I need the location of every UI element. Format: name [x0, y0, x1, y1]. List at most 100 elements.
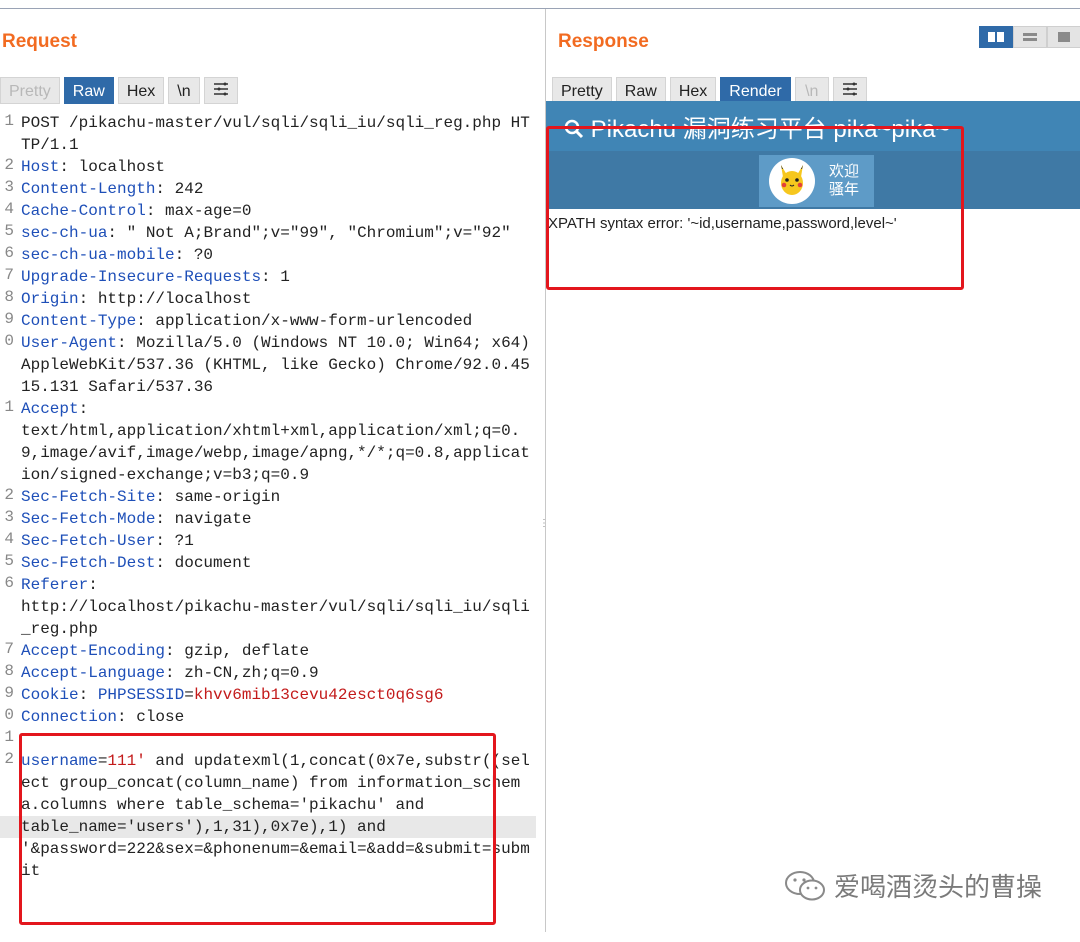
header-value: close: [136, 708, 185, 726]
response-title: Response: [558, 31, 649, 52]
line-number: 2: [4, 486, 14, 504]
editor-line: 7 Accept-Encoding: gzip, deflate: [0, 640, 540, 662]
header-name: Content-Type: [21, 312, 137, 330]
line-content: sec-ch-ua-mobile: ?0: [21, 246, 214, 264]
cookie-value: khvv6mib13cevu42esct0q6sg6: [193, 686, 444, 704]
pane-splitter[interactable]: ⋮: [539, 519, 549, 542]
editor-line: 0 Connection: close: [0, 706, 540, 728]
layout-single-button[interactable]: [1047, 26, 1080, 48]
editor-line: 2 Sec-Fetch-Site: same-origin: [0, 486, 540, 508]
header-name: Accept-Encoding: [21, 642, 166, 660]
layout-split-button[interactable]: [979, 26, 1013, 48]
tab-hex[interactable]: Hex: [117, 77, 165, 104]
response-pane: Response Pretty Raw Hex Render \n Pikach…: [545, 9, 1080, 932]
line-number: 1: [4, 112, 14, 130]
line-number: 0: [4, 706, 14, 724]
line-number: 5: [4, 222, 14, 240]
header-value: localhost: [78, 158, 166, 176]
editor-line: 5 sec-ch-ua: " Not A;Brand";v="99", "Chro…: [0, 222, 540, 244]
editor-line: 8 Accept-Language: zh-CN,zh;q=0.9: [0, 662, 540, 684]
layout-toggle-group: [979, 26, 1080, 48]
header-name: Host: [21, 158, 60, 176]
header-value: application/x-www-form-urlencoded: [155, 312, 473, 330]
cookie-name: PHPSESSID: [97, 686, 185, 704]
line-number: 8: [4, 662, 14, 680]
header-name: Referer: [21, 576, 89, 594]
header-value: gzip, deflate: [184, 642, 310, 660]
line-content: Origin: http://localhost: [21, 290, 252, 308]
tab-newline-toggle[interactable]: \n: [794, 77, 829, 104]
header-name: sec-ch-ua: [21, 224, 108, 242]
editor-line: 4 Cache-Control: max-age=0: [0, 200, 540, 222]
tab-pretty[interactable]: Pretty: [0, 77, 60, 104]
editor-line: 1 POST /pikachu-master/vul/sqli/sqli_iu/s…: [0, 112, 540, 156]
editor-line: 0 User-Agent: Mozilla/5.0 (Windows NT 10.…: [0, 332, 540, 398]
options-menu-button[interactable]: [203, 77, 238, 104]
editor-line: 3 Sec-Fetch-Mode: navigate: [0, 508, 540, 530]
tab-raw[interactable]: Raw: [63, 77, 114, 104]
line-content: Cookie: PHPSESSID=khvv6mib13cevu42esct0q…: [21, 686, 444, 704]
header-value: max-age=0: [165, 202, 252, 220]
layout-rows-button[interactable]: [1013, 26, 1047, 48]
line-content: Sec-Fetch-User: ?1: [21, 532, 194, 550]
line-number: 0: [4, 332, 14, 350]
line-content: Sec-Fetch-Dest: document: [21, 554, 252, 572]
tab-hex[interactable]: Hex: [669, 77, 717, 104]
rows-icon: [1023, 33, 1037, 41]
tab-pretty[interactable]: Pretty: [552, 77, 612, 104]
tab-newline-toggle[interactable]: \n: [168, 77, 200, 104]
line-number: 1: [4, 728, 14, 746]
editor-line: 6 sec-ch-ua-mobile: ?0: [0, 244, 540, 266]
options-menu-button[interactable]: [832, 77, 867, 104]
line-number: 1: [4, 398, 14, 416]
header-value: document: [174, 554, 252, 572]
header-value: http://localhost/pikachu-master/vul/sqli…: [21, 598, 530, 638]
header-value: same-origin: [174, 488, 281, 506]
tab-render[interactable]: Render: [720, 77, 791, 104]
header-name: Accept: [21, 400, 79, 418]
line-number: 7: [4, 266, 14, 284]
editor-line: 9 Content-Type: application/x-www-form-ur…: [0, 310, 540, 332]
header-name: Sec-Fetch-Site: [21, 488, 156, 506]
line-content: sec-ch-ua: " Not A;Brand";v="99", "Chrom…: [21, 224, 511, 242]
line-content: Host: localhost: [21, 158, 166, 176]
header-value: ?0: [193, 246, 214, 264]
single-pane-icon: [1058, 32, 1070, 42]
line-number: 2: [4, 156, 14, 174]
line-number: 8: [4, 288, 14, 306]
highlight-box-payload: [19, 733, 496, 925]
line-content: Upgrade-Insecure-Requests: 1: [21, 268, 290, 286]
header-name: Cookie: [21, 686, 79, 704]
line-number: 3: [4, 508, 14, 526]
line-number: 3: [4, 178, 14, 196]
editor-line: 1 Accept: text/html,application/xhtml+xml…: [0, 398, 540, 486]
line-number: 9: [4, 310, 14, 328]
tab-raw[interactable]: Raw: [615, 77, 666, 104]
editor-line: 4 Sec-Fetch-User: ?1: [0, 530, 540, 552]
line-number: 4: [4, 530, 14, 548]
header-value: ?1: [174, 532, 194, 550]
header-name: Sec-Fetch-User: [21, 532, 156, 550]
header-value: 1: [280, 268, 290, 286]
watermark-text: 爱喝酒烫头的曹操: [834, 872, 1043, 902]
line-content: Accept: text/html,application/xhtml+xml,…: [21, 400, 530, 484]
header-value: http://localhost: [97, 290, 252, 308]
line-content: User-Agent: Mozilla/5.0 (Windows NT 10.0…: [21, 334, 540, 396]
header-name: Connection: [21, 708, 118, 726]
line-content: Connection: close: [21, 708, 185, 726]
header-name: Upgrade-Insecure-Requests: [21, 268, 262, 286]
line-content: Content-Length: 242: [21, 180, 204, 198]
editor-line: 6 Referer: http://localhost/pikachu-maste…: [0, 574, 540, 640]
request-pane: Request Pretty Raw Hex \n 1 POST /pikachu…: [0, 9, 540, 932]
header-value: 242: [174, 180, 204, 198]
response-tabs: Pretty Raw Hex Render \n: [552, 77, 867, 104]
line-content: Accept-Language: zh-CN,zh;q=0.9: [21, 664, 319, 682]
header-name: Origin: [21, 290, 79, 308]
editor-line: 9 Cookie: PHPSESSID=khvv6mib13cevu42esct0…: [0, 684, 540, 706]
line-content: Sec-Fetch-Site: same-origin: [21, 488, 281, 506]
highlight-box-error: [546, 126, 964, 290]
editor-line: 7 Upgrade-Insecure-Requests: 1: [0, 266, 540, 288]
columns-icon: [988, 32, 1004, 42]
line-number: 6: [4, 574, 14, 592]
line-number: 4: [4, 200, 14, 218]
